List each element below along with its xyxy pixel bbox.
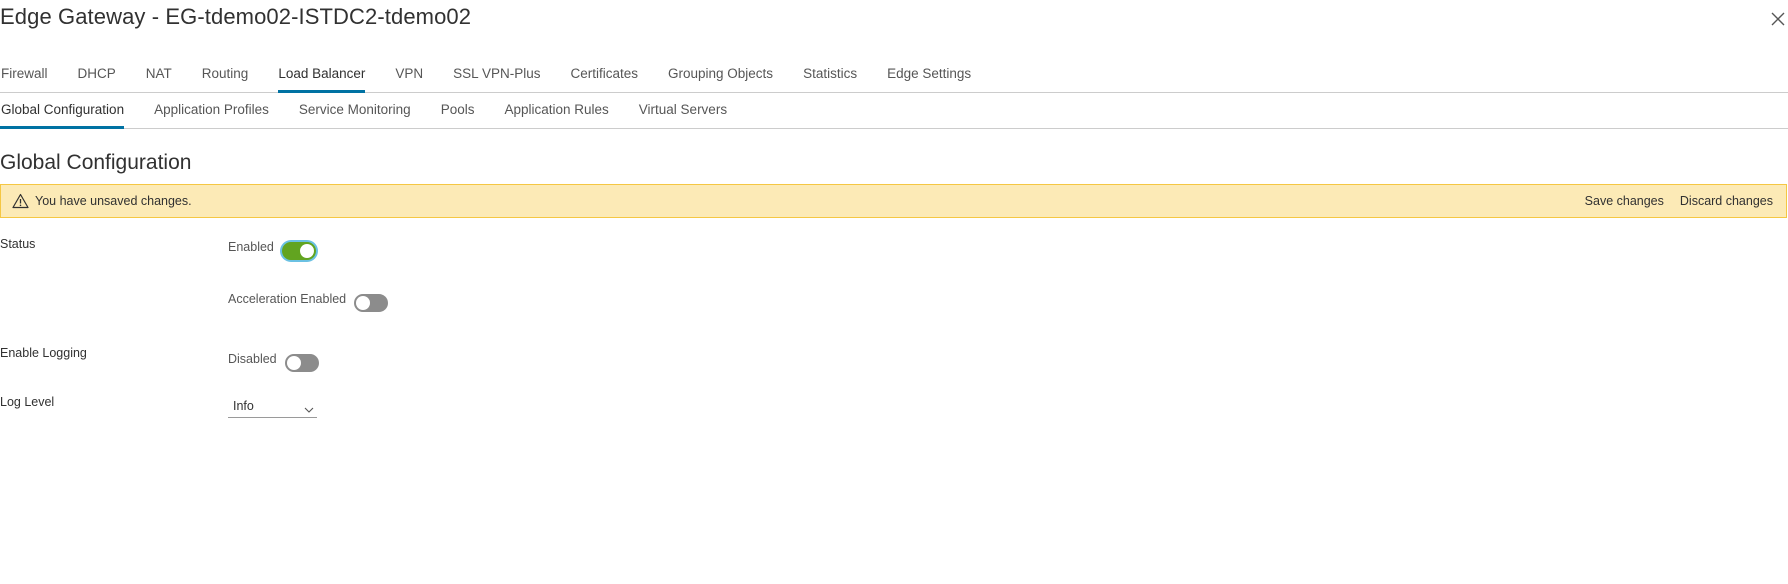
enabled-label: Enabled: [228, 240, 274, 254]
toggle-knob: [286, 356, 301, 370]
section-title: Global Configuration: [0, 151, 192, 174]
enabled-toggle[interactable]: [281, 242, 316, 260]
close-icon[interactable]: [1770, 11, 1786, 27]
status-label: Status: [0, 237, 36, 251]
tab-pools[interactable]: Pools: [441, 102, 475, 129]
tab-application-profiles[interactable]: Application Profiles: [154, 102, 269, 129]
enable-logging-label: Enable Logging: [0, 346, 87, 360]
tab-global-configuration[interactable]: Global Configuration: [0, 102, 125, 129]
tab-nat[interactable]: NAT: [146, 66, 172, 93]
log-level-label: Log Level: [0, 395, 55, 409]
log-level-value: Info: [233, 399, 254, 413]
acceleration-field: Acceleration Enabled: [228, 292, 389, 312]
tab-service-monitoring[interactable]: Service Monitoring: [299, 102, 411, 129]
toggle-knob: [299, 244, 314, 258]
acceleration-toggle[interactable]: [354, 294, 389, 312]
dialog-title: Edge Gateway - EG-tdemo02-ISTDC2-tdemo02: [0, 4, 472, 29]
logging-state-label: Disabled: [228, 352, 277, 366]
tab-firewall[interactable]: Firewall: [0, 66, 48, 93]
primary-tabs: Firewall DHCP NAT Routing Load Balancer …: [0, 58, 1788, 93]
acceleration-enabled-label: Acceleration Enabled: [228, 292, 347, 306]
chevron-down-icon: [304, 401, 314, 413]
tab-routing[interactable]: Routing: [202, 66, 249, 93]
save-changes-button[interactable]: Save changes: [1585, 194, 1664, 208]
secondary-tabs: Global Configuration Application Profile…: [0, 94, 1788, 129]
alert-actions: Save changes Discard changes: [1569, 194, 1773, 208]
unsaved-changes-alert: You have unsaved changes. Save changes D…: [0, 184, 1787, 218]
tab-ssl-vpn-plus[interactable]: SSL VPN-Plus: [453, 66, 540, 93]
tab-application-rules[interactable]: Application Rules: [504, 102, 608, 129]
toggle-knob: [356, 296, 371, 310]
log-level-select[interactable]: Info: [228, 396, 317, 418]
discard-changes-button[interactable]: Discard changes: [1680, 194, 1773, 208]
tab-virtual-servers[interactable]: Virtual Servers: [639, 102, 727, 129]
edge-gateway-dialog: Edge Gateway - EG-tdemo02-ISTDC2-tdemo02…: [0, 0, 1788, 584]
alert-message: You have unsaved changes.: [35, 194, 192, 208]
logging-field: Disabled: [228, 352, 319, 372]
tab-dhcp[interactable]: DHCP: [78, 66, 116, 93]
logging-toggle[interactable]: [284, 354, 319, 372]
tab-certificates[interactable]: Certificates: [570, 66, 638, 93]
tab-statistics[interactable]: Statistics: [803, 66, 857, 93]
tab-load-balancer[interactable]: Load Balancer: [278, 66, 366, 93]
tab-vpn[interactable]: VPN: [395, 66, 423, 93]
tab-grouping-objects[interactable]: Grouping Objects: [668, 66, 773, 93]
warning-icon: [12, 193, 29, 209]
enabled-field: Enabled: [228, 240, 316, 260]
tab-edge-settings[interactable]: Edge Settings: [887, 66, 971, 93]
